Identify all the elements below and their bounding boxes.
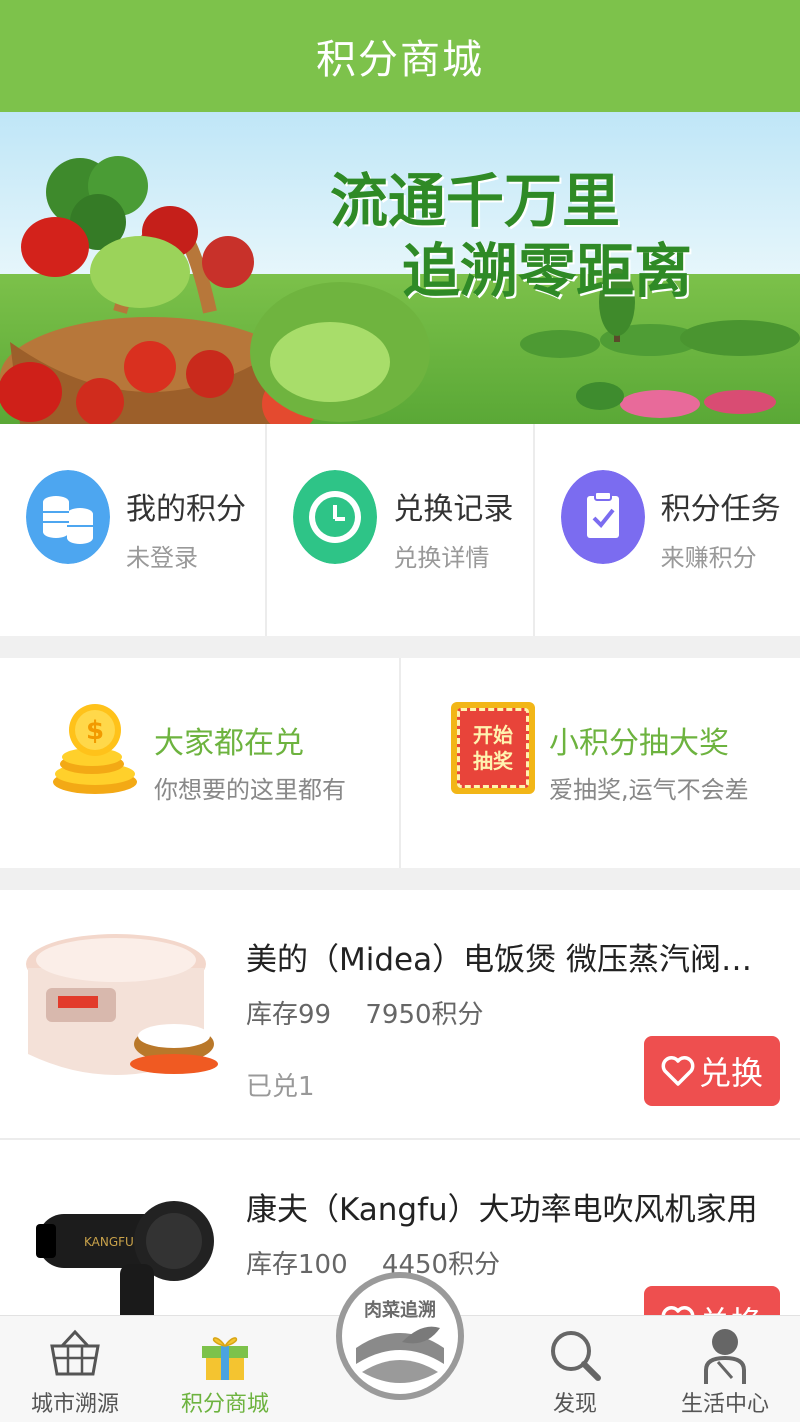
- nav-label: 城市溯源: [30, 1392, 119, 1417]
- center-logo-button[interactable]: 肉菜追溯: [336, 1272, 464, 1400]
- person-icon: [704, 1329, 746, 1384]
- exchange-button[interactable]: 兑换: [644, 1036, 780, 1106]
- my-points-card[interactable]: 我的积分 未登录: [0, 424, 268, 636]
- popular-exchange-title: 大家都在兑: [154, 726, 304, 761]
- popular-exchange-subtitle: 你想要的这里都有: [154, 776, 346, 804]
- lottery-title: 小积分抽大奖: [549, 726, 729, 761]
- nav-item-points-mall[interactable]: 积分商城: [150, 1316, 300, 1422]
- coins-stack-icon: [26, 470, 110, 564]
- task-clipboard-icon: [560, 470, 645, 564]
- basket-icon: [50, 1329, 100, 1376]
- exchange-record-title: 兑换记录: [393, 492, 514, 527]
- exchange-record-subtitle: 兑换详情: [393, 544, 490, 572]
- quick-actions: 我的积分 未登录 兑换记录 兑换详情 积分任务 来赚积分: [0, 424, 800, 636]
- my-points-title: 我的积分: [126, 492, 246, 527]
- promo-banner[interactable]: 流通千万里 追溯零距离: [0, 112, 800, 424]
- product-exchanged-count: 已兑1: [246, 1072, 315, 1102]
- center-logo-text: 肉菜追溯: [364, 1300, 436, 1321]
- product-image-rice-cooker: [24, 924, 220, 1096]
- lottery-card[interactable]: 开始 抽奖 小积分抽大奖 爱抽奖,运气不会差: [401, 658, 800, 868]
- lottery-badge-line2: 抽奖: [473, 749, 513, 773]
- points-task-title: 积分任务: [660, 492, 781, 527]
- product-item[interactable]: 美的（Midea）电饭煲 微压蒸汽阀电饭锅 库存99 7950积分 已兑1 兑换: [0, 890, 800, 1140]
- exchange-record-card[interactable]: 兑换记录 兑换详情: [267, 424, 535, 636]
- nav-item-discover[interactable]: 发现: [500, 1316, 650, 1422]
- points-task-card[interactable]: 积分任务 来赚积分: [535, 424, 800, 636]
- nav-label: 积分商城: [180, 1392, 269, 1417]
- points-task-subtitle: 来赚积分: [660, 544, 757, 572]
- search-icon: [551, 1331, 601, 1381]
- product-stock: 库存100: [246, 1250, 348, 1280]
- lottery-subtitle: 爱抽奖,运气不会差: [549, 776, 749, 804]
- nav-item-life-center[interactable]: 生活中心: [650, 1316, 800, 1422]
- lottery-icon: 开始 抽奖: [451, 702, 535, 794]
- product-name: 康夫（Kangfu）大功率电吹风机家用: [246, 1192, 758, 1228]
- banner-slogan-line2: 追溯零距离: [402, 237, 693, 305]
- svg-text:$: $: [86, 716, 104, 746]
- my-points-subtitle: 未登录: [126, 544, 198, 572]
- popular-exchange-card[interactable]: $ 大家都在兑 你想要的这里都有: [0, 658, 401, 868]
- heart-icon: [661, 1056, 695, 1086]
- promo-section: $ 大家都在兑 你想要的这里都有 开始 抽奖 小积分抽大奖 爱抽奖,运气不会差: [0, 658, 800, 868]
- product-meta: 库存99 7950积分: [246, 994, 510, 1031]
- header-bar: 积分商城: [0, 0, 800, 112]
- lottery-badge-line1: 开始: [473, 723, 513, 747]
- product-stock: 库存99: [246, 1000, 332, 1030]
- product-name: 美的（Midea）电饭煲 微压蒸汽阀电饭锅: [246, 942, 782, 978]
- exchange-button-label: 兑换: [698, 1054, 763, 1092]
- svg-text:KANGFU: KANGFU: [84, 1235, 134, 1249]
- nav-label: 生活中心: [680, 1392, 769, 1417]
- gold-coins-icon: $: [53, 704, 137, 794]
- nav-label: 发现: [552, 1392, 597, 1417]
- clock-icon: [293, 470, 378, 564]
- app-root: 积分商城 流通千万里 追溯零距离 我的积分 未登录 兑换记录 兑换详情 积分任务…: [0, 0, 800, 1422]
- gift-icon: [202, 1337, 248, 1380]
- product-points: 7950积分: [365, 1000, 484, 1030]
- page-title: 积分商城: [316, 37, 484, 83]
- nav-item-city-trace[interactable]: 城市溯源: [0, 1316, 150, 1422]
